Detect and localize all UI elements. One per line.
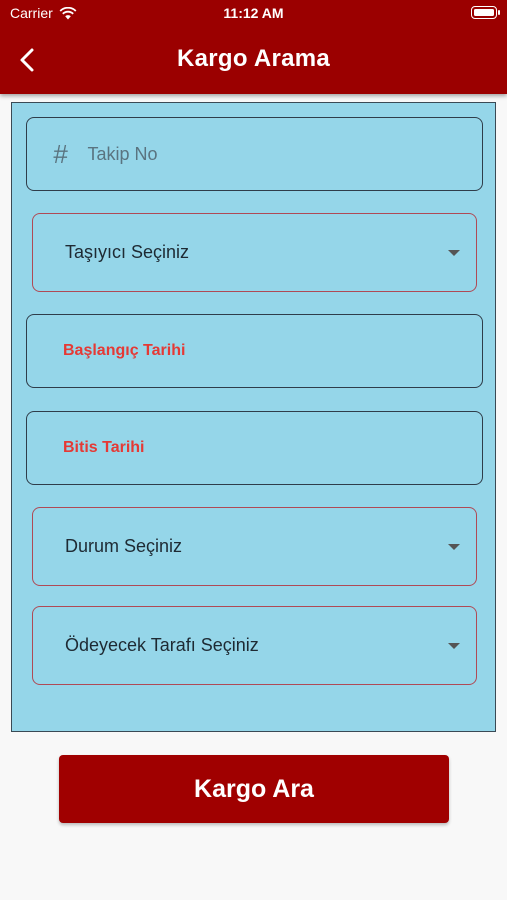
status-select[interactable]: Durum Seçiniz [32,507,477,586]
status-time: 11:12 AM [223,5,284,21]
status-bar: Carrier 11:12 AM [0,0,507,28]
end-date-label: Bitis Tarihi [63,439,145,456]
page-title: Kargo Arama [176,45,331,72]
start-date-label: Başlangıç Tarihi [63,342,186,359]
payer-select-label: Ödeyecek Tarafı Seçiniz [65,635,259,655]
hash-icon: # [53,138,68,169]
battery-icon [471,6,500,19]
tracking-number-placeholder: Takip No [87,143,158,164]
carrier-select-label: Taşıyıcı Seçiniz [65,242,190,262]
search-form-panel: # Takip No Taşıyıcı Seçiniz Başlangıç Ta… [11,102,496,732]
tracking-number-input[interactable]: # Takip No [26,117,483,191]
dropdown-arrow-icon [448,642,460,649]
start-date-field[interactable]: Başlangıç Tarihi [26,314,483,388]
dropdown-arrow-icon [448,543,460,550]
search-cargo-button[interactable]: Kargo Ara [59,755,449,823]
payer-select[interactable]: Ödeyecek Tarafı Seçiniz [32,606,477,685]
status-select-label: Durum Seçiniz [65,536,183,556]
end-date-field[interactable]: Bitis Tarihi [26,411,483,485]
carrier-select[interactable]: Taşıyıcı Seçiniz [32,213,477,292]
app-header: Carrier 11:12 AM Kargo Arama [0,0,507,94]
dropdown-arrow-icon [448,249,460,256]
